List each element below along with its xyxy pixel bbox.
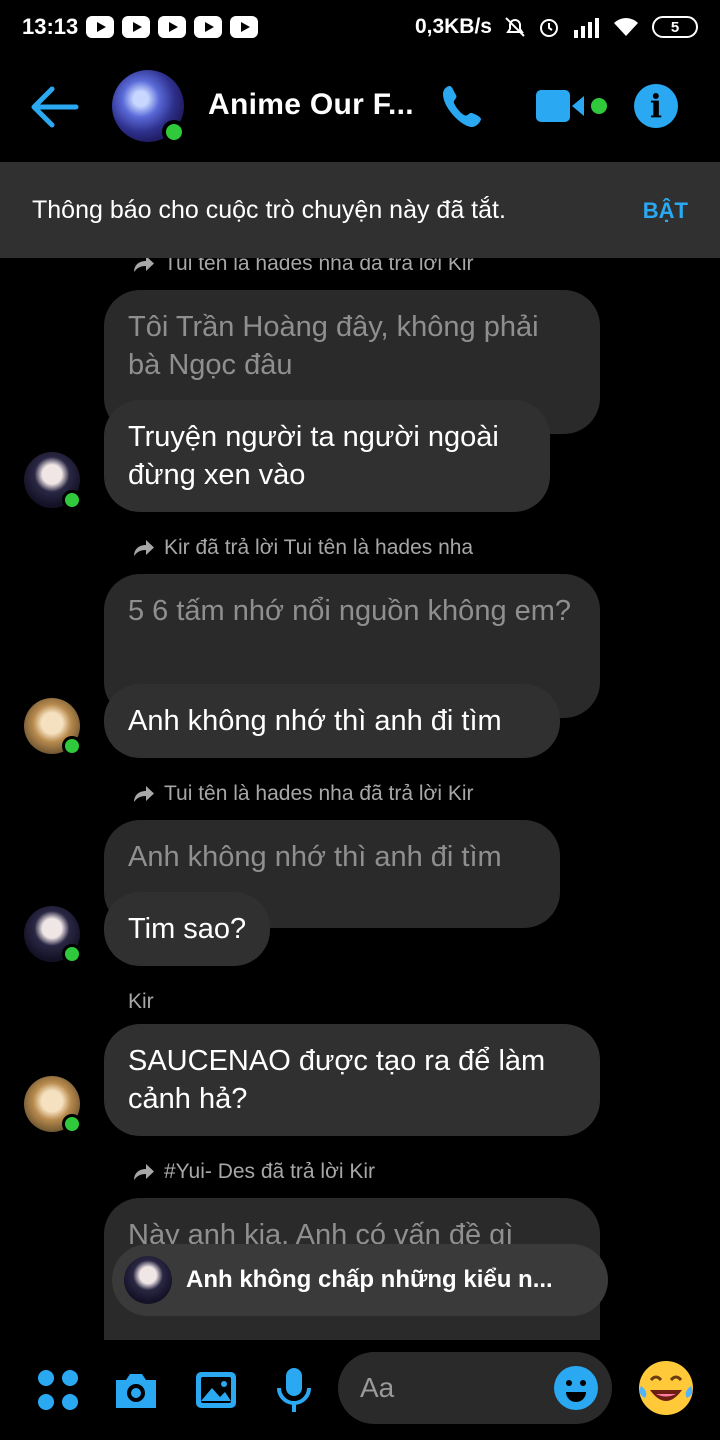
composer-bar <box>0 1340 720 1440</box>
youtube-icon <box>158 16 187 38</box>
info-icon[interactable]: i <box>634 84 678 128</box>
new-message-toast[interactable]: Anh không chấp những kiểu n... <box>112 1244 608 1316</box>
alarm-icon <box>540 19 558 37</box>
reply-meta: #Yui- Des đã trả lời Kir <box>132 1160 375 1184</box>
youtube-icon <box>122 16 151 38</box>
sender-name: Kir <box>128 990 154 1013</box>
message-bubble[interactable]: Anh không nhớ thì anh đi tìm <box>104 684 560 758</box>
reply-arrow-icon <box>134 786 154 802</box>
microphone-icon[interactable] <box>270 1366 318 1414</box>
smile-icon <box>566 1380 586 1402</box>
emoji-icon[interactable] <box>554 1366 598 1410</box>
message-bubble[interactable]: SAUCENAO được tạo ra để làm cảnh hả? <box>104 1024 600 1136</box>
toast-avatar <box>124 1256 172 1304</box>
youtube-icon <box>230 16 259 38</box>
wifi-icon <box>614 18 638 36</box>
message-bubble[interactable]: Truyện người ta người ngoài đừng xen vào <box>104 400 550 512</box>
reply-arrow-icon <box>134 540 154 556</box>
alarm-off-icon <box>505 17 525 37</box>
youtube-icon <box>194 16 223 38</box>
muted-notice-bar: Thông báo cho cuộc trò chuyện này đã tắt… <box>0 162 720 258</box>
apps-grid-icon[interactable] <box>34 1366 82 1414</box>
phone-icon[interactable] <box>440 82 488 130</box>
toast-text: Anh không chấp những kiểu n... <box>186 1266 553 1293</box>
online-indicator <box>62 490 82 510</box>
camera-icon[interactable] <box>112 1366 160 1414</box>
online-indicator <box>62 1114 82 1134</box>
image-icon[interactable] <box>192 1366 240 1414</box>
video-camera-icon[interactable] <box>534 84 610 128</box>
chat-header: Anime Our F... i <box>0 54 720 162</box>
status-time: 13:13 <box>22 14 79 39</box>
online-indicator <box>162 120 186 144</box>
unmute-button[interactable]: BẬT <box>643 198 688 224</box>
muted-notice-text: Thông báo cho cuộc trò chuyện này đã tắt… <box>32 195 506 224</box>
reply-meta: Kir đã trả lời Tui tên là hades nha <box>132 536 473 560</box>
message-bubble[interactable]: Tim sao? <box>104 892 271 966</box>
online-indicator <box>62 736 82 756</box>
signal-icon <box>574 18 599 38</box>
status-bar: 13:13 0,3KB/s 5 <box>0 0 720 54</box>
reply-arrow-icon <box>134 1164 154 1180</box>
reply-meta-text: Tui tên là hades nha đã trả lời Kir <box>164 782 474 805</box>
reply-meta-text: #Yui- Des đã trả lời Kir <box>164 1160 376 1183</box>
data-rate: 0,3KB/s <box>414 15 492 38</box>
message-input-box[interactable] <box>338 1352 612 1424</box>
chat-title[interactable]: Anime Our F... <box>208 88 414 122</box>
message-input[interactable] <box>360 1372 540 1404</box>
reply-meta-text: Kir đã trả lời Tui tên là hades nha <box>164 536 474 559</box>
back-arrow-icon[interactable] <box>30 84 80 130</box>
laughing-emoji-icon[interactable] <box>636 1358 696 1418</box>
youtube-icon <box>86 16 115 38</box>
battery-icon: 5 <box>652 16 698 38</box>
reply-meta: Tui tên là hades nha đã trả lời Kir <box>132 782 474 806</box>
online-indicator <box>62 944 82 964</box>
